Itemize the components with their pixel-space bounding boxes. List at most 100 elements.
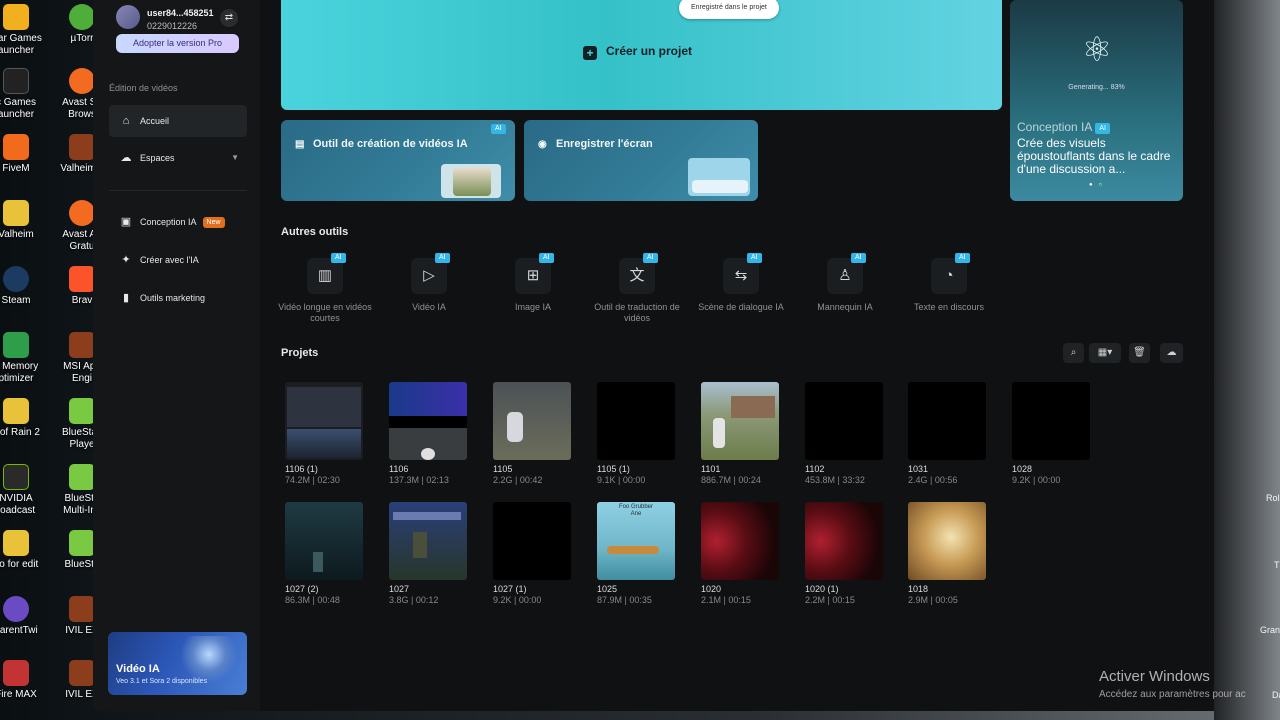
ai-badge: AI (539, 253, 554, 263)
desktop-icon-twitch[interactable]: parentTwi (0, 596, 44, 637)
search-icon[interactable]: ⌕ (1063, 343, 1084, 363)
tool-ai-image[interactable]: ⊞ AI Image IA (481, 253, 585, 328)
tool-video-translate[interactable]: 文 AI Outil de traduction de vidéos (585, 253, 689, 328)
film-icon: ▥ (307, 258, 343, 294)
folder-icon (3, 398, 29, 424)
desktop-icon-risk-of-rain[interactable]: c of Rain 2 (0, 398, 44, 439)
project-card[interactable]: 1105 (1) 9.1K | 00:00 (597, 382, 675, 485)
screen-record-card[interactable]: ◉ Enregistrer l'écran (524, 120, 758, 201)
background-label: Da (1272, 690, 1280, 700)
project-card[interactable]: 1031 2.4G | 00:56 (908, 382, 986, 485)
desktop-icon-valheim[interactable]: Valheim (0, 200, 44, 241)
project-card[interactable]: 1020 (1) 2.2M | 00:15 (805, 502, 883, 605)
tool-label: Image IA (514, 302, 552, 312)
account-header[interactable]: user84...458251 0229012226 ⇄ (116, 5, 240, 31)
project-name: 1020 (1) (805, 584, 839, 594)
project-meta: 9.1K | 00:00 (597, 475, 646, 485)
desktop-icon-fivem[interactable]: FiveM (0, 134, 44, 175)
ai-badge: AI (851, 253, 866, 263)
desktop-icon-steam[interactable]: Steam (0, 266, 44, 307)
sparkle-icon: ✦ (121, 254, 131, 266)
cloud-off-icon[interactable]: ☁ (1160, 343, 1183, 363)
project-name: 1027 (1) (493, 584, 527, 594)
promo-banner[interactable]: Vidéo IA Veo 3.1 et Sora 2 disponibles (108, 632, 247, 695)
project-thumbnail (389, 502, 467, 580)
ai-logo-icon: ⚛ (1081, 31, 1113, 69)
project-thumbnail (701, 502, 779, 580)
sidebar-item-home[interactable]: ⌂ Accueil (109, 105, 247, 137)
project-card[interactable]: 1027 3.8G | 00:12 (389, 502, 467, 605)
sidebar-item-label: Accueil (140, 116, 170, 126)
project-thumbnail (389, 382, 467, 460)
project-meta: 2.4G | 00:56 (908, 475, 958, 485)
avatar[interactable] (116, 5, 140, 29)
switch-account-icon[interactable]: ⇄ (220, 9, 238, 27)
ai-design-promo-card[interactable]: ⚛ Generating... 83% Conception IA AI Crée… (1010, 0, 1183, 201)
promo-title: Vidéo IA (116, 663, 160, 675)
project-meta: 9.2K | 00:00 (493, 595, 542, 605)
project-name: 1027 (2) (285, 584, 319, 594)
project-thumbnail (493, 502, 571, 580)
project-card[interactable]: 1102 453.8M | 33:32 (805, 382, 883, 485)
project-meta: 86.3M | 00:48 (285, 595, 340, 605)
tool-long-to-short[interactable]: ▥ AI Vidéo longue en vidéos courtes (273, 253, 377, 328)
windows-activation-subtitle: Accédez aux paramètres pour ac (1099, 689, 1246, 700)
project-card[interactable]: 1106 (1) 74.2M | 02:30 (285, 382, 363, 485)
create-project-banner[interactable]: Enregistré dans le projet + Créer un proj… (281, 0, 1002, 110)
thumbnail-text: Foo Grubber Ane (618, 504, 654, 517)
project-card[interactable]: 1020 2.1M | 00:15 (701, 502, 779, 605)
trash-icon[interactable]: 🗑 (1129, 343, 1150, 363)
sidebar-item-create-ai[interactable]: ✦ Créer avec l'IA (109, 244, 247, 276)
tool-label: Scène de dialogue IA (698, 302, 784, 312)
rockstar-icon (3, 4, 29, 30)
steam-icon (3, 266, 29, 292)
project-name: 1106 (389, 464, 409, 474)
desktop-icon-memory[interactable]: e Memory ptimizer (0, 332, 44, 385)
project-card[interactable]: 1027 (2) 86.3M | 00:48 (285, 502, 363, 605)
user-id: 0229012226 (147, 21, 198, 31)
desktop-icon-free-fire[interactable]: Fire MAX (0, 660, 44, 701)
project-meta: 87.9M | 00:35 (597, 595, 652, 605)
sidebar-item-spaces[interactable]: ☁ Espaces ▼ (109, 142, 247, 174)
create-project-button[interactable]: + Créer un projet (583, 44, 692, 60)
project-card[interactable]: 1101 886.7M | 00:24 (701, 382, 779, 485)
tool-dialogue-scene[interactable]: ⇆ AI Scène de dialogue IA (689, 253, 793, 328)
project-card[interactable]: Foo Grubber Ane 1025 87.9M | 00:35 (597, 502, 675, 605)
translate-icon: 文 (619, 258, 655, 294)
desktop-icon-video-folder[interactable]: eo for edit (0, 530, 44, 571)
desktop-icon-rockstar[interactable]: star Games auncher (0, 4, 44, 57)
desktop-icon-epic[interactable]: c Games auncher (0, 68, 44, 121)
sidebar-item-label: Outils marketing (140, 293, 206, 303)
tool-ai-model[interactable]: ♙ AI Mannequin IA (793, 253, 897, 328)
concept-title: Conception IA AI (1017, 120, 1111, 134)
carousel-dots[interactable]: ● ○ (1010, 182, 1183, 188)
project-name: 1106 (1) (285, 464, 318, 474)
project-card[interactable]: 1106 137.3M | 02:13 (389, 382, 467, 485)
tool-label: Texte en discours (913, 302, 985, 312)
generating-status: Generating... 83% (1068, 84, 1125, 91)
capcut-window: user84...458251 0229012226 ⇄ Adopter la … (93, 0, 1214, 711)
project-card[interactable]: 1027 (1) 9.2K | 00:00 (493, 502, 571, 605)
project-card[interactable]: 1028 9.2K | 00:00 (1012, 382, 1090, 485)
upgrade-pro-button[interactable]: Adopter la version Pro (116, 34, 239, 53)
ai-badge: AI (955, 253, 970, 263)
desktop-icon-nvidia[interactable]: NVIDIA roadcast (0, 464, 44, 517)
user-name: user84...458251 (147, 8, 214, 18)
project-meta: 2.1M | 00:15 (701, 595, 751, 605)
ai-video-tool-card[interactable]: ▤ Outil de création de vidéos IA AI (281, 120, 515, 201)
avast-icon (69, 200, 95, 226)
bag-icon: ▮ (122, 292, 130, 304)
tool-ai-video[interactable]: ▷ AI Vidéo IA (377, 253, 481, 328)
tool-text-to-speech[interactable]: ◔ AI Texte en discours (897, 253, 1001, 328)
speech-icon: ◔ (931, 258, 967, 294)
project-card[interactable]: 1018 2.9M | 00:05 (908, 502, 986, 605)
shirt-icon: ♙ (827, 258, 863, 294)
project-card[interactable]: 1105 2.2G | 00:42 (493, 382, 571, 485)
sidebar-item-ai-design[interactable]: ▣ Conception IA New (109, 206, 247, 238)
free-fire-icon (3, 660, 29, 686)
ai-badge: AI (747, 253, 762, 263)
sidebar-item-label: Conception IA (140, 217, 197, 227)
grid-view-icon[interactable]: ▦▾ (1089, 343, 1121, 363)
project-thumbnail (1012, 382, 1090, 460)
sidebar-item-marketing[interactable]: ▮ Outils marketing (109, 282, 247, 314)
